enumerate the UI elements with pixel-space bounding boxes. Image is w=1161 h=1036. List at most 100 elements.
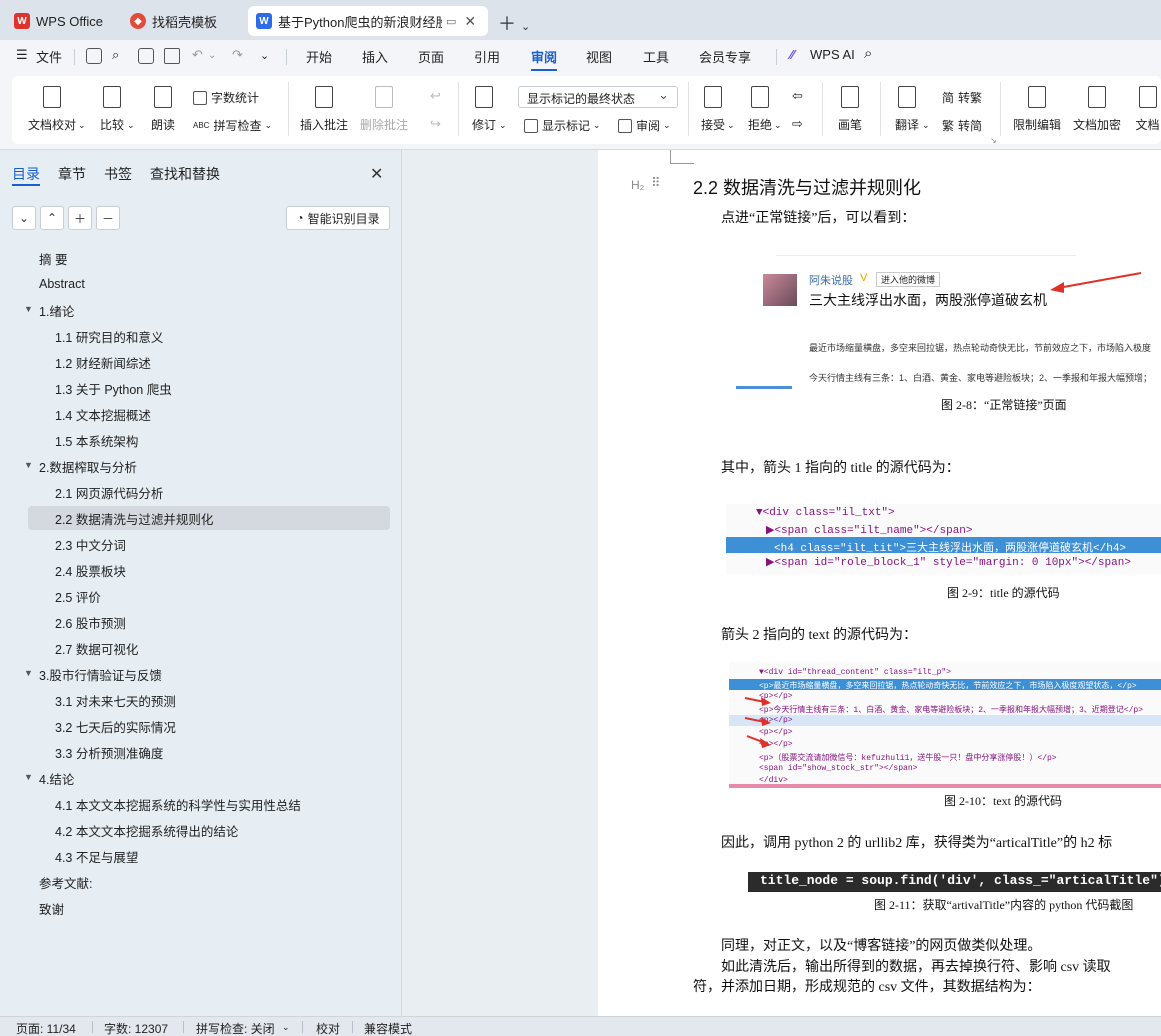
nav-tab-toc[interactable]: 目录 bbox=[12, 164, 40, 184]
expand-triangle-icon[interactable]: ▼ bbox=[24, 668, 33, 678]
toc-item[interactable]: 2.6 股市预测 bbox=[55, 610, 126, 634]
chevron-down-icon[interactable]: ⌄ bbox=[499, 120, 507, 131]
toc-item[interactable]: 2.数据榨取与分析 bbox=[39, 454, 137, 478]
toc-item[interactable]: 4.结论 bbox=[39, 766, 74, 790]
toc-item[interactable]: 1.4 文本挖掘概述 bbox=[55, 402, 151, 426]
to-traditional-button[interactable]: 简转繁 bbox=[942, 89, 982, 106]
review-pane-button[interactable]: 审阅 ⌄ bbox=[618, 117, 671, 134]
menu-insert[interactable]: 插入 bbox=[362, 47, 388, 66]
add-heading-icon[interactable]: ＋ bbox=[68, 206, 92, 230]
search-icon[interactable]: ⌕ bbox=[864, 45, 872, 62]
page-indicator[interactable]: 页面: 11/34 bbox=[16, 1020, 76, 1036]
toc-item[interactable]: 致谢 bbox=[39, 896, 64, 920]
toc-item[interactable]: 2.5 评价 bbox=[55, 584, 101, 608]
toc-item[interactable]: 4.3 不足与展望 bbox=[55, 844, 138, 868]
menu-start[interactable]: 开始 bbox=[306, 47, 332, 66]
toc-item[interactable]: 摘 要 bbox=[39, 246, 67, 270]
chevron-down-icon[interactable]: ⌄ bbox=[260, 49, 269, 62]
chevron-down-icon[interactable]: ⌄ bbox=[663, 120, 671, 131]
proofread-button[interactable]: 校对 bbox=[316, 1020, 340, 1036]
prev-comment-icon[interactable]: ↩ bbox=[430, 88, 441, 104]
expand-group-icon[interactable]: ↘ bbox=[990, 136, 997, 145]
tab-template[interactable]: ◆ 找稻壳模板 bbox=[122, 6, 242, 36]
nav-tab-bookmarks[interactable]: 书签 bbox=[104, 164, 132, 184]
expand-triangle-icon[interactable]: ▼ bbox=[24, 460, 33, 470]
tab-wps-office[interactable]: W WPS Office bbox=[6, 6, 118, 36]
close-icon[interactable]: ✕ bbox=[370, 164, 383, 184]
new-tab-button[interactable]: ＋ ⌄ bbox=[498, 10, 530, 36]
expand-up-icon[interactable]: ⌃ bbox=[40, 206, 64, 230]
word-count-indicator[interactable]: 字数: 12307 bbox=[104, 1020, 168, 1036]
doc-encrypt-button[interactable]: 文档加密 bbox=[1073, 84, 1121, 133]
toc-item[interactable]: 4.1 本文文本挖掘系统的科学性与实用性总结 bbox=[55, 792, 301, 816]
next-change-icon[interactable]: ⇨ bbox=[792, 116, 803, 132]
chevron-down-icon[interactable]: ⌄ bbox=[264, 120, 272, 131]
menu-page[interactable]: 页面 bbox=[418, 47, 444, 66]
restrict-edit-button[interactable]: 限制编辑 bbox=[1013, 84, 1061, 133]
chevron-down-icon[interactable]: ⌄ bbox=[127, 120, 135, 131]
share-icon[interactable]: ⌕ bbox=[112, 47, 119, 63]
to-simplified-button[interactable]: 繁转简 bbox=[942, 117, 982, 134]
chevron-down-icon[interactable]: ⌄ bbox=[774, 120, 782, 131]
hamburger-icon[interactable]: ☰ bbox=[16, 47, 28, 63]
heading-level-marker[interactable]: H₂ bbox=[631, 178, 644, 192]
menu-tools[interactable]: 工具 bbox=[643, 47, 669, 66]
chevron-down-icon[interactable]: ⌄ bbox=[593, 120, 601, 131]
delete-comment-button[interactable]: 删除批注 bbox=[360, 84, 408, 133]
doc-check-button[interactable]: 文档校对 bbox=[28, 84, 76, 133]
menu-reference[interactable]: 引用 bbox=[474, 47, 500, 66]
markup-state-select[interactable]: 显示标记的最终状态 bbox=[518, 86, 678, 108]
show-markup-button[interactable]: 显示标记 ⌄ bbox=[524, 117, 601, 134]
reject-button[interactable]: 拒绝 bbox=[747, 84, 773, 133]
chevron-down-icon[interactable]: ⌄ bbox=[208, 50, 216, 61]
chevron-down-icon[interactable]: ⌄ bbox=[727, 120, 735, 131]
toc-item[interactable]: 2.3 中文分词 bbox=[55, 532, 126, 556]
toc-item[interactable]: 2.4 股票板块 bbox=[55, 558, 126, 582]
nav-tab-sections[interactable]: 章节 bbox=[58, 164, 86, 184]
toc-item[interactable]: 1.绪论 bbox=[39, 298, 74, 322]
toc-item[interactable]: 1.5 本系统架构 bbox=[55, 428, 138, 452]
toc-item[interactable]: 2.1 网页源代码分析 bbox=[55, 480, 163, 504]
menu-file[interactable]: 文件 bbox=[36, 47, 62, 66]
toc-item[interactable]: 3.2 七天后的实际情况 bbox=[55, 714, 176, 738]
toc-item[interactable]: 2.2 数据清洗与过滤并规则化 bbox=[28, 506, 390, 530]
chevron-down-icon[interactable]: ⌄ bbox=[282, 1022, 290, 1033]
chevron-down-icon[interactable]: ⌄ bbox=[78, 120, 86, 131]
read-aloud-button[interactable]: 朗读 bbox=[150, 84, 176, 133]
close-tab-icon[interactable]: ✕ bbox=[464, 13, 476, 30]
prev-change-icon[interactable]: ⇦ bbox=[792, 88, 803, 104]
drag-handle-icon[interactable]: ⠿ bbox=[651, 175, 661, 191]
print-preview-icon[interactable] bbox=[164, 48, 180, 64]
expand-triangle-icon[interactable]: ▼ bbox=[24, 772, 33, 782]
menu-review[interactable]: 审阅 bbox=[531, 47, 557, 66]
print-icon[interactable] bbox=[138, 48, 154, 64]
doc-permission-button[interactable]: 文档 bbox=[1134, 84, 1161, 133]
save-icon[interactable] bbox=[86, 48, 102, 64]
toc-item[interactable]: 4.2 本文文本挖掘系统得出的结论 bbox=[55, 818, 238, 842]
toc-item[interactable]: Abstract bbox=[39, 272, 85, 296]
spell-check-toggle[interactable]: 拼写检查: 关闭 bbox=[196, 1020, 275, 1036]
menu-view[interactable]: 视图 bbox=[586, 47, 612, 66]
toc-item[interactable]: 3.3 分析预测准确度 bbox=[55, 740, 163, 764]
toc-item[interactable]: 3.股市行情验证与反馈 bbox=[39, 662, 162, 686]
toc-item[interactable]: 1.3 关于 Python 爬虫 bbox=[55, 376, 172, 400]
chevron-down-icon[interactable]: ⌄ bbox=[521, 21, 530, 33]
accept-button[interactable]: 接受 bbox=[700, 84, 726, 133]
compare-button[interactable]: 比较 bbox=[99, 84, 125, 133]
redo-icon[interactable]: ↷ bbox=[232, 47, 243, 63]
insert-comment-button[interactable]: 插入批注 bbox=[300, 84, 348, 133]
remove-heading-icon[interactable]: － bbox=[96, 206, 120, 230]
menu-member[interactable]: 会员专享 bbox=[699, 47, 751, 66]
toc-item[interactable]: 3.1 对未来七天的预测 bbox=[55, 688, 176, 712]
chevron-down-icon[interactable]: ⌄ bbox=[922, 120, 930, 131]
track-changes-button[interactable]: 修订 bbox=[471, 84, 497, 133]
toc-item[interactable]: 参考文献: bbox=[39, 870, 92, 894]
next-comment-icon[interactable]: ↪ bbox=[430, 116, 441, 132]
collapse-all-icon[interactable]: ⌄ bbox=[12, 206, 36, 230]
word-count-button[interactable]: 字数统计 bbox=[193, 89, 259, 106]
toc-item[interactable]: 1.1 研究目的和意义 bbox=[55, 324, 163, 348]
spell-check-button[interactable]: ABC 拼写检查 ⌄ bbox=[193, 117, 272, 134]
menu-wps-ai[interactable]: WPS AI bbox=[810, 47, 855, 62]
pen-button[interactable]: 画笔 bbox=[837, 84, 863, 133]
monitor-icon[interactable]: ▭ bbox=[446, 15, 456, 28]
